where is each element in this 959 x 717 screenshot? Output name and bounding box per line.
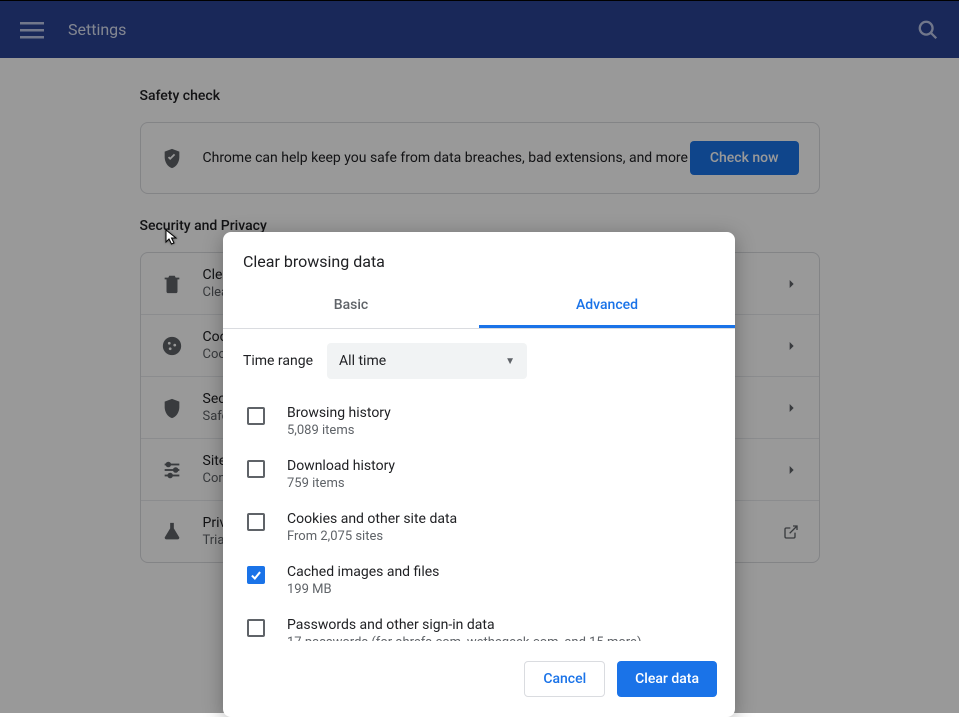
check-sub: 199 MB [287, 582, 439, 597]
check-sub: 759 items [287, 476, 395, 491]
clear-data-dialog: Clear browsing data Basic Advanced Time … [223, 232, 735, 717]
tab-basic[interactable]: Basic [223, 285, 479, 328]
cancel-button[interactable]: Cancel [524, 661, 605, 697]
clear-data-button[interactable]: Clear data [617, 661, 717, 697]
checkbox-0[interactable] [247, 407, 265, 425]
dialog-scroll-area[interactable]: Time range All time ▼ Browsing history 5,… [223, 329, 735, 641]
time-range-label: Time range [243, 353, 313, 369]
dropdown-icon: ▼ [505, 356, 515, 367]
check-row-4: Passwords and other sign-in data 17 passw… [243, 607, 735, 641]
check-sub: From 2,075 sites [287, 529, 457, 544]
check-sub: 5,089 items [287, 423, 391, 438]
check-row-1: Download history 759 items [243, 448, 735, 501]
time-range-value: All time [339, 353, 386, 369]
tab-advanced[interactable]: Advanced [479, 285, 735, 328]
check-row-0: Browsing history 5,089 items [243, 395, 735, 448]
check-label: Download history [287, 458, 395, 474]
check-label: Passwords and other sign-in data [287, 617, 641, 633]
checkbox-3[interactable] [247, 566, 265, 584]
checkbox-2[interactable] [247, 513, 265, 531]
check-row-3: Cached images and files 199 MB [243, 554, 735, 607]
dialog-title: Clear browsing data [223, 232, 735, 285]
check-label: Cached images and files [287, 564, 439, 580]
check-row-2: Cookies and other site data From 2,075 si… [243, 501, 735, 554]
checkbox-4[interactable] [247, 619, 265, 637]
checkbox-1[interactable] [247, 460, 265, 478]
check-label: Cookies and other site data [287, 511, 457, 527]
check-label: Browsing history [287, 405, 391, 421]
check-sub: 17 passwords (for ahrefs.com, wethegeek.… [287, 635, 641, 641]
time-range-select[interactable]: All time ▼ [327, 343, 527, 379]
